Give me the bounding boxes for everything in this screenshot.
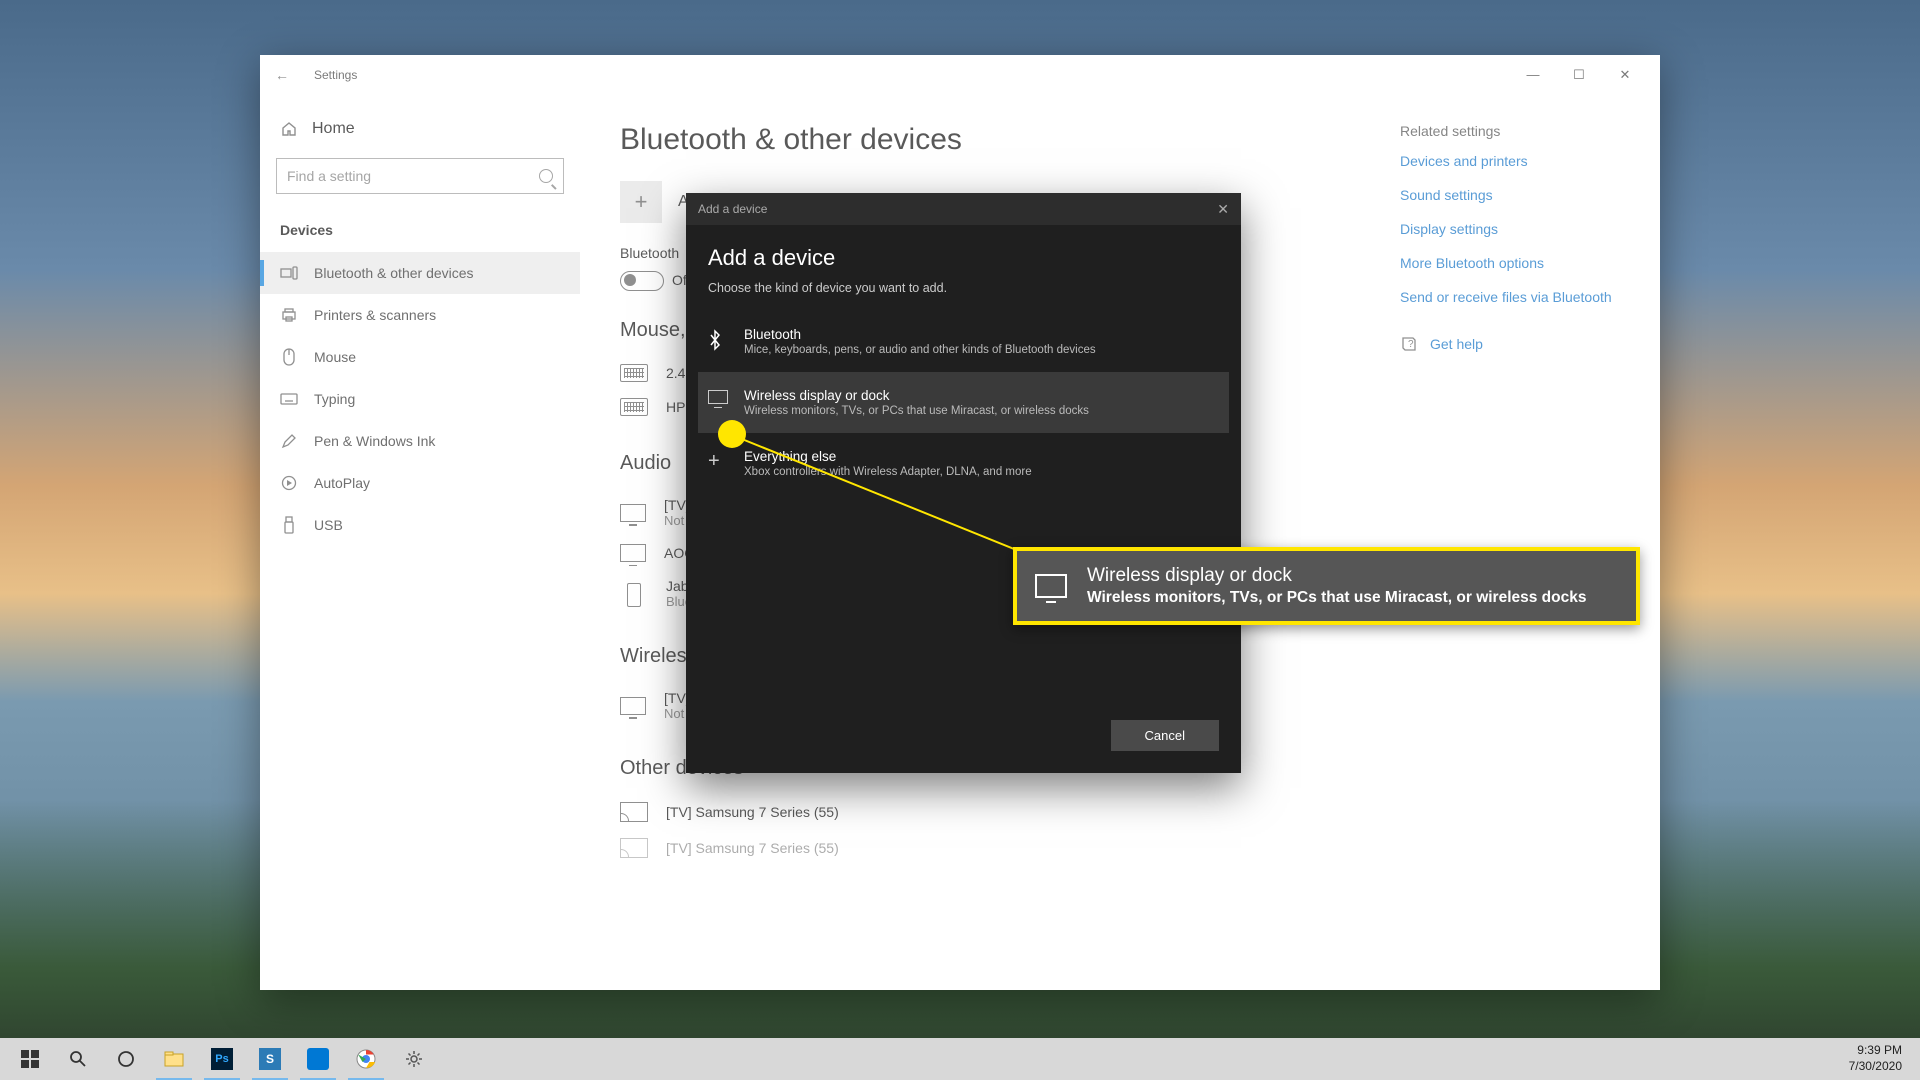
annotation-callout: Wireless display or dock Wireless monito…: [1013, 547, 1640, 625]
monitor-icon: [708, 390, 728, 404]
monitor-icon: [1035, 574, 1067, 598]
option-subtitle: Wireless monitors, TVs, or PCs that use …: [744, 405, 1089, 417]
plus-icon: +: [708, 451, 728, 471]
search-button[interactable]: [54, 1038, 102, 1080]
option-everything-else[interactable]: + Everything elseXbox controllers with W…: [698, 433, 1229, 494]
dialog-prompt: Choose the kind of device you want to ad…: [708, 281, 1219, 295]
taskbar-photoshop[interactable]: Ps: [198, 1038, 246, 1080]
taskbar[interactable]: Ps S 9:39 PM 7/30/2020: [0, 1038, 1920, 1080]
cancel-button[interactable]: Cancel: [1111, 720, 1219, 751]
annotation-dot: [718, 420, 746, 448]
option-bluetooth[interactable]: Bluetooth Mice, keyboards, pens, or audio…: [698, 311, 1229, 372]
callout-title: Wireless display or dock: [1087, 565, 1586, 587]
bluetooth-icon: [708, 329, 728, 351]
taskbar-settings[interactable]: [390, 1038, 438, 1080]
taskbar-snagit[interactable]: S: [246, 1038, 294, 1080]
dialog-body: Add a device Choose the kind of device y…: [686, 225, 1241, 504]
dialog-footer: Cancel: [686, 704, 1241, 773]
option-subtitle: Xbox controllers with Wireless Adapter, …: [744, 466, 1032, 478]
clock-date: 7/30/2020: [1849, 1059, 1902, 1075]
taskbar-explorer[interactable]: [150, 1038, 198, 1080]
dialog-titlebar: Add a device ✕: [686, 193, 1241, 225]
dialog-title: Add a device: [708, 245, 1219, 271]
system-tray[interactable]: 9:39 PM 7/30/2020: [1849, 1043, 1914, 1074]
option-subtitle: Mice, keyboards, pens, or audio and othe…: [744, 344, 1096, 356]
dialog-header-text: Add a device: [698, 202, 767, 216]
callout-subtitle: Wireless monitors, TVs, or PCs that use …: [1087, 589, 1586, 607]
add-device-dialog: Add a device ✕ Add a device Choose the k…: [686, 193, 1241, 773]
taskbar-app[interactable]: [294, 1038, 342, 1080]
clock-time: 9:39 PM: [1849, 1043, 1902, 1059]
option-title: Wireless display or dock: [744, 388, 1089, 403]
taskbar-chrome[interactable]: [342, 1038, 390, 1080]
option-title: Bluetooth: [744, 327, 1096, 342]
start-button[interactable]: [6, 1038, 54, 1080]
cortana-button[interactable]: [102, 1038, 150, 1080]
option-wireless-display[interactable]: Wireless display or dock Wireless monitor…: [698, 372, 1229, 433]
dialog-close-button[interactable]: ✕: [1217, 201, 1229, 218]
